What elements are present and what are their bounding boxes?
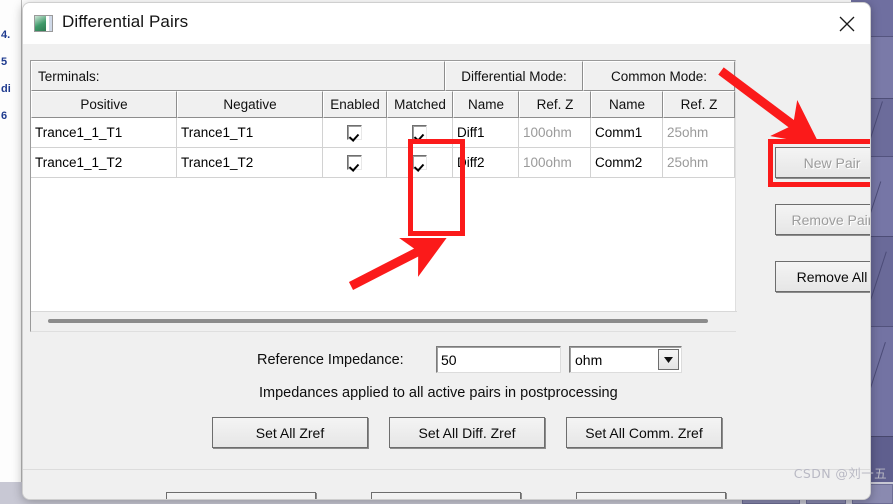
- table-row[interactable]: Trance1_1_T1 Trance1_T1 Diff1 100ohm Com…: [31, 118, 735, 148]
- set-all-diff-zref-button[interactable]: Set All Diff. Zref: [389, 417, 545, 448]
- close-icon[interactable]: [823, 3, 870, 45]
- cell-comm-name[interactable]: Comm1: [591, 118, 663, 148]
- grid-group-header-row: Terminals: Differential Mode: Common Mod…: [31, 61, 735, 91]
- cell-diff-name[interactable]: Diff2: [453, 148, 519, 178]
- horizontal-scrollbar[interactable]: [31, 311, 737, 331]
- remove-pair-button[interactable]: Remove Pair: [775, 204, 870, 235]
- app-window-icon: [34, 15, 53, 32]
- reference-impedance-input[interactable]: 50: [436, 346, 561, 373]
- cell-diff-refz[interactable]: 100ohm: [519, 148, 591, 178]
- cell-negative[interactable]: Trance1_T2: [177, 148, 323, 178]
- new-pair-button[interactable]: New Pair: [775, 147, 870, 178]
- column-header-comm-name[interactable]: Name: [591, 91, 663, 118]
- tree-fragment: 6: [1, 110, 8, 122]
- column-header-diff-name[interactable]: Name: [453, 91, 519, 118]
- ok-button[interactable]: OK: [166, 492, 316, 499]
- cell-diff-name[interactable]: Diff1: [453, 118, 519, 148]
- cell-comm-name[interactable]: Comm2: [591, 148, 663, 178]
- cancel-button[interactable]: Cancel: [576, 492, 726, 499]
- remove-all-button[interactable]: Remove All: [775, 261, 870, 292]
- column-header-matched[interactable]: Matched: [387, 91, 453, 118]
- watermark: CSDN @刘一五: [793, 466, 887, 481]
- apply-button[interactable]: Apply: [371, 492, 521, 501]
- reference-impedance-label: Reference Impedance:: [257, 352, 404, 368]
- project-tree-strip: 4. 5 di 6: [0, 0, 22, 504]
- differential-pairs-dialog: Differential Pairs Terminals: Differenti…: [22, 2, 871, 500]
- cell-matched[interactable]: [387, 148, 453, 178]
- matched-checkbox[interactable]: [412, 125, 427, 140]
- grid-column-header-row: Positive Negative Enabled Matched Name R…: [31, 91, 735, 118]
- grid-empty-area: [31, 179, 735, 297]
- apply-mnemonic: A: [428, 500, 437, 501]
- cell-enabled[interactable]: [323, 118, 387, 148]
- column-header-enabled[interactable]: Enabled: [323, 91, 387, 118]
- enabled-checkbox[interactable]: [347, 155, 362, 170]
- cell-positive[interactable]: Trance1_1_T2: [31, 148, 177, 178]
- grid-group-differential-mode: Differential Mode:: [445, 61, 583, 91]
- column-header-diff-refz[interactable]: Ref. Z: [519, 91, 591, 118]
- cell-diff-refz[interactable]: 100ohm: [519, 118, 591, 148]
- impedance-unit-dropdown[interactable]: ohm: [569, 346, 682, 373]
- chevron-down-icon[interactable]: [658, 349, 679, 370]
- column-header-comm-refz[interactable]: Ref. Z: [663, 91, 735, 118]
- impedance-note: Impedances applied to all active pairs i…: [259, 385, 618, 401]
- impedance-unit-value: ohm: [575, 351, 603, 368]
- dialog-title: Differential Pairs: [62, 12, 189, 31]
- tree-fragment: 5: [1, 56, 8, 68]
- grid-group-common-mode: Common Mode:: [583, 61, 735, 91]
- cell-comm-refz[interactable]: 25ohm: [663, 118, 735, 148]
- grid-group-terminals: Terminals:: [31, 61, 445, 91]
- enabled-checkbox[interactable]: [347, 125, 362, 140]
- set-all-comm-zref-button[interactable]: Set All Comm. Zref: [566, 417, 722, 448]
- matched-checkbox[interactable]: [412, 155, 427, 170]
- dialog-titlebar[interactable]: Differential Pairs: [23, 3, 870, 45]
- footer-divider: [23, 469, 870, 470]
- column-header-positive[interactable]: Positive: [31, 91, 177, 118]
- dialog-body: Terminals: Differential Mode: Common Mod…: [23, 45, 870, 501]
- cell-enabled[interactable]: [323, 148, 387, 178]
- cell-comm-refz[interactable]: 25ohm: [663, 148, 735, 178]
- terminals-grid[interactable]: Terminals: Differential Mode: Common Mod…: [30, 60, 737, 332]
- column-header-negative[interactable]: Negative: [177, 91, 323, 118]
- set-all-zref-button[interactable]: Set All Zref: [212, 417, 368, 448]
- scrollbar-thumb[interactable]: [48, 319, 708, 323]
- tree-fragment: 4.: [1, 29, 11, 41]
- tree-fragment: di: [1, 83, 11, 95]
- cell-matched[interactable]: [387, 118, 453, 148]
- cell-positive[interactable]: Trance1_1_T1: [31, 118, 177, 148]
- cell-negative[interactable]: Trance1_T1: [177, 118, 323, 148]
- table-row[interactable]: Trance1_1_T2 Trance1_T2 Diff2 100ohm Com…: [31, 148, 735, 178]
- apply-label-rest: pply: [438, 500, 464, 501]
